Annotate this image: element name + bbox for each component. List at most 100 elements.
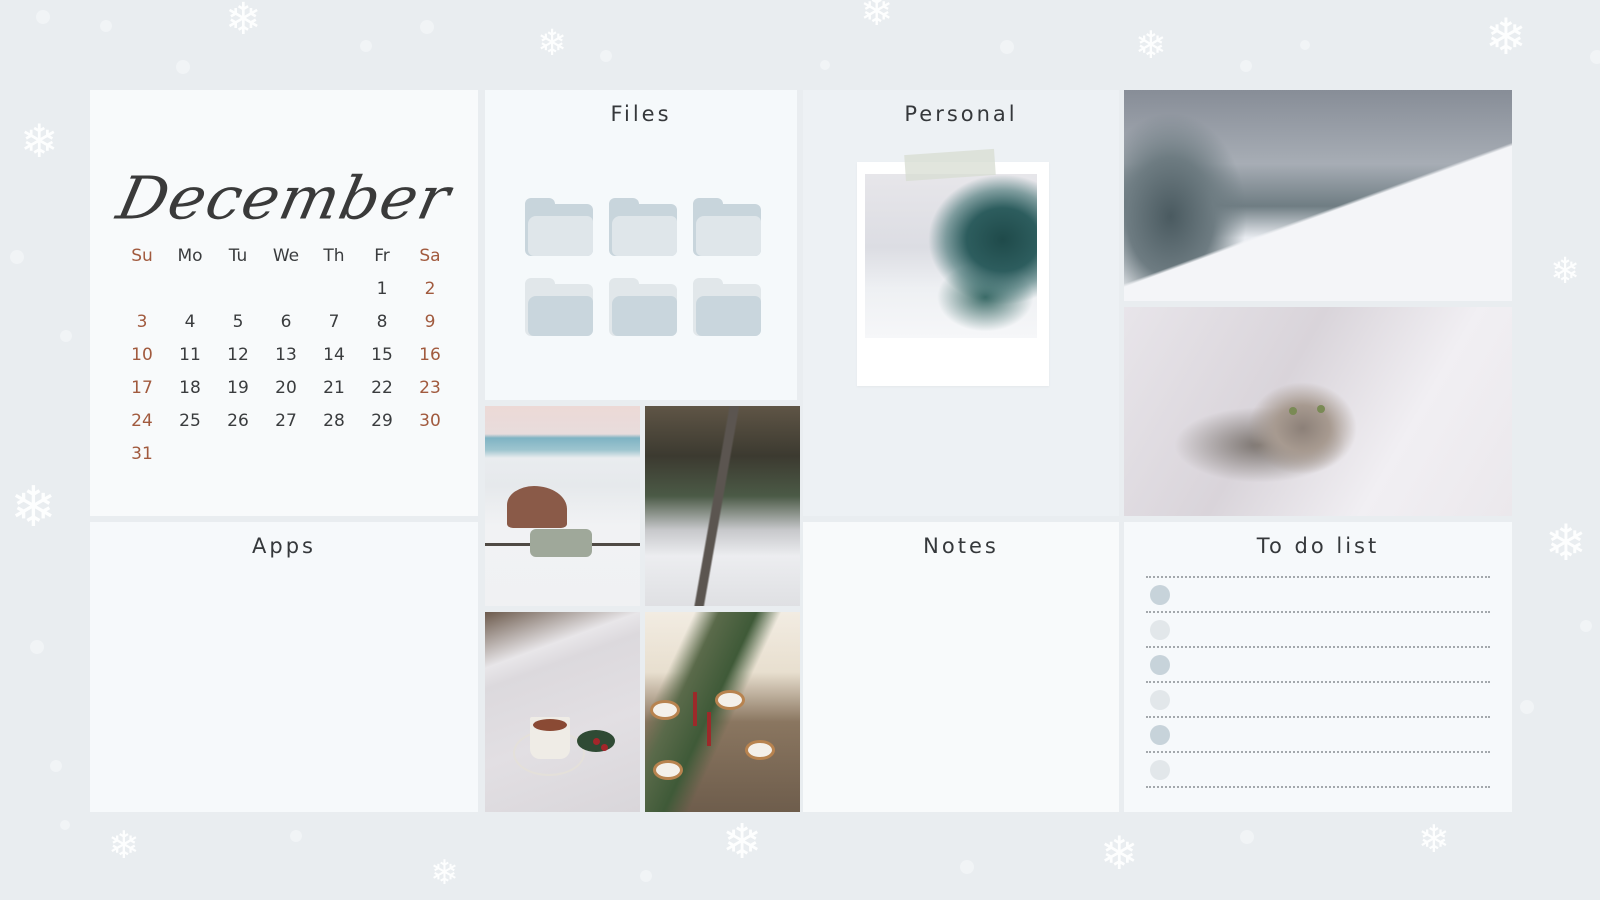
calendar-day[interactable]: 25 (166, 405, 214, 438)
todo-item[interactable] (1146, 648, 1490, 683)
calendar-day[interactable]: 14 (310, 339, 358, 372)
weekday-header: Su (131, 246, 153, 266)
todo-checkbox[interactable] (1150, 654, 1170, 675)
dinner-table-photo (645, 612, 800, 812)
weekday-header: We (272, 246, 300, 266)
snowflake-icon: ❄ (1100, 826, 1139, 880)
weekday-header: Th (323, 246, 345, 266)
notes-panel: Notes (803, 522, 1119, 812)
todo-checkbox[interactable] (1150, 584, 1170, 605)
todo-checkbox[interactable] (1150, 724, 1170, 745)
snow-dot (820, 60, 830, 70)
calendar-day[interactable]: 26 (214, 405, 262, 438)
calendar-day[interactable]: 4 (166, 306, 214, 339)
calendar-day[interactable]: 29 (358, 405, 406, 438)
files-title: Files (610, 102, 672, 126)
calendar-day[interactable]: 21 (310, 372, 358, 405)
calendar-day[interactable]: 13 (262, 339, 310, 372)
snowflake-icon: ❄ (722, 814, 763, 870)
cat-eye (1289, 407, 1297, 415)
snow-dot (1520, 700, 1534, 714)
todo-item[interactable] (1146, 613, 1490, 648)
calendar-day[interactable]: 31 (118, 438, 166, 471)
snowflake-icon: ❄ (860, 0, 894, 35)
snowy-forest-photo (1124, 90, 1512, 301)
calendar-day[interactable]: 28 (310, 405, 358, 438)
calendar-day[interactable]: 18 (166, 372, 214, 405)
calendar-day[interactable]: 10 (118, 339, 166, 372)
snow-dot (60, 820, 70, 830)
snow-dot (50, 760, 62, 772)
snowflake-icon: ❄ (1418, 817, 1450, 861)
folder-icon[interactable] (609, 278, 677, 338)
folder-icon[interactable] (525, 278, 593, 338)
folder-icon[interactable] (609, 198, 677, 258)
van-shape (530, 529, 592, 557)
calendar-day[interactable]: 11 (166, 339, 214, 372)
plate-shape (715, 690, 745, 710)
notes-title: Notes (923, 534, 999, 558)
calendar-day[interactable]: 16 (406, 339, 454, 372)
snow-dot (10, 250, 24, 264)
calendar-day[interactable]: 5 (214, 306, 262, 339)
snow-dot (36, 10, 50, 24)
calendar-empty-cell (406, 438, 454, 471)
calendar-day[interactable]: 3 (118, 306, 166, 339)
snowflake-icon: ❄ (1135, 23, 1167, 67)
snowflake-icon: ❄ (225, 0, 262, 45)
folder-icon[interactable] (525, 198, 593, 258)
snowflake-icon: ❄ (430, 853, 459, 893)
folder-icon[interactable] (693, 278, 761, 338)
todo-item[interactable] (1146, 718, 1490, 753)
todo-checkbox[interactable] (1150, 619, 1170, 640)
calendar-day[interactable]: 17 (118, 372, 166, 405)
folder-icon[interactable] (693, 198, 761, 258)
calendar-day[interactable]: 24 (118, 405, 166, 438)
todo-item[interactable] (1146, 578, 1490, 613)
snowflake-icon: ❄ (20, 114, 59, 168)
candle-shape (707, 712, 711, 746)
calendar-day[interactable]: 27 (262, 405, 310, 438)
calendar-day[interactable]: 20 (262, 372, 310, 405)
calendar-day[interactable]: 22 (358, 372, 406, 405)
calendar-day[interactable]: 7 (310, 306, 358, 339)
calendar-day[interactable]: 15 (358, 339, 406, 372)
snow-dot (360, 40, 372, 52)
folder-grid (525, 198, 761, 338)
cat-in-snow-photo (1124, 307, 1512, 516)
pine-branch-photo (865, 174, 1037, 338)
snow-dot (1240, 830, 1254, 844)
calendar-day[interactable]: 6 (262, 306, 310, 339)
snowflake-icon: ❄ (537, 23, 568, 64)
calendar-day[interactable]: 23 (406, 372, 454, 405)
snow-dot (1000, 40, 1014, 54)
weekday-header: Fr (374, 246, 390, 266)
calendar-empty-cell (262, 273, 310, 306)
apps-panel: Apps (90, 522, 478, 812)
calendar-day[interactable]: 19 (214, 372, 262, 405)
apps-title: Apps (252, 534, 316, 558)
todo-item[interactable] (1146, 683, 1490, 718)
calendar-empty-cell (262, 438, 310, 471)
calendar-day[interactable]: 1 (358, 273, 406, 306)
calendar-day[interactable]: 12 (214, 339, 262, 372)
calendar-panel: December Su Mo Tu We Th Fr Sa 1 2 3 4 5 6 7 8 9 10 11 12 13… (90, 90, 478, 516)
todo-item[interactable] (1146, 753, 1490, 788)
snow-dot (1300, 40, 1310, 50)
todo-checkbox[interactable] (1150, 689, 1170, 710)
personal-title: Personal (904, 102, 1018, 126)
calendar-empty-cell (358, 438, 406, 471)
snow-dot (600, 50, 612, 62)
calendar-day[interactable]: 2 (406, 273, 454, 306)
calendar-day[interactable]: 8 (358, 306, 406, 339)
snow-dot (1240, 60, 1252, 72)
calendar-day[interactable]: 30 (406, 405, 454, 438)
todo-checkbox[interactable] (1150, 759, 1170, 780)
files-panel: Files (485, 90, 797, 400)
snowflake-icon: ❄ (1545, 514, 1587, 572)
snow-dot (960, 860, 974, 874)
calendar-day[interactable]: 9 (406, 306, 454, 339)
snow-dot (176, 60, 190, 74)
plate-shape (653, 760, 683, 780)
snow-dot (1580, 620, 1592, 632)
